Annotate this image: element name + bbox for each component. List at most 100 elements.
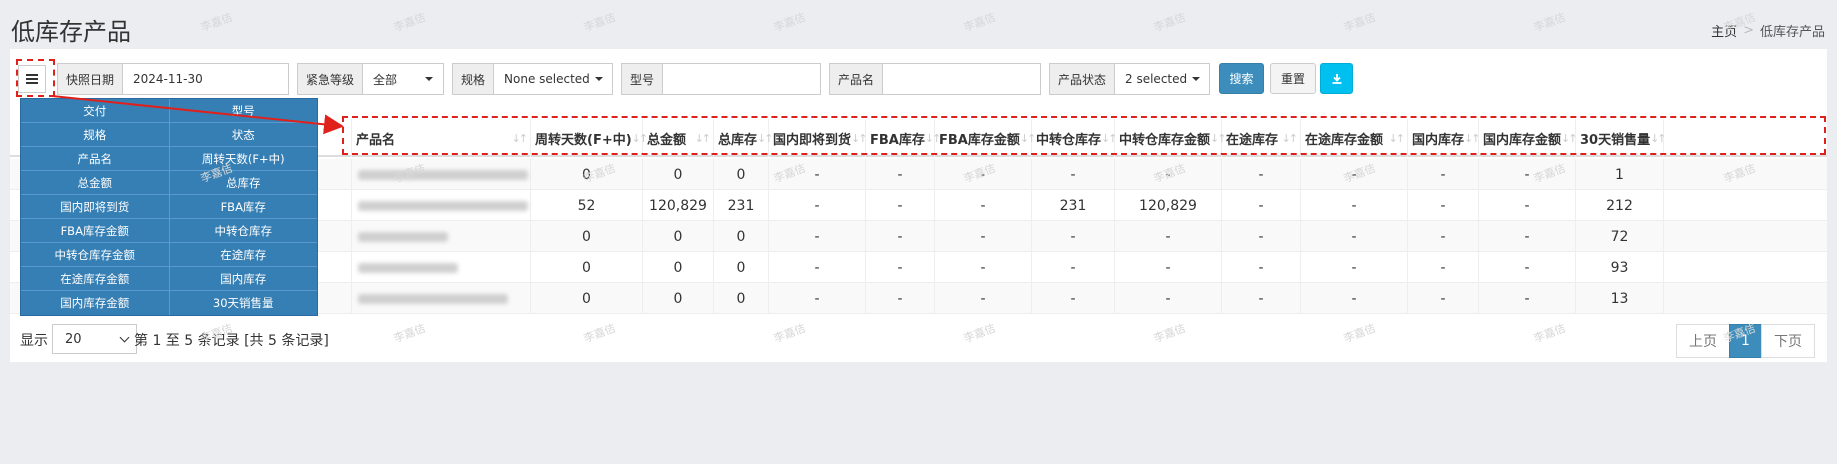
column-header[interactable]: FBA库存 ↓↑ [866, 119, 941, 157]
column-header[interactable]: 国内即将到货 ↓↑ [769, 119, 868, 157]
table-cell: - [1115, 159, 1222, 190]
column-header[interactable]: 中转仓库存 ↓↑ [1032, 119, 1118, 157]
column-header[interactable]: 国内库存 ↓↑ [1408, 119, 1481, 157]
table-cell: - [1032, 159, 1115, 190]
column-header[interactable]: 周转天数(F+中) ↓↑ [531, 119, 648, 157]
model-group: 型号 [621, 63, 830, 95]
column-header-label: 国内即将到货 [773, 132, 852, 148]
sort-icon[interactable]: ↓↑ [1282, 132, 1299, 145]
table-cell: - [769, 283, 866, 314]
column-menu-item[interactable]: 国内库存金额 [21, 291, 170, 315]
spec-value: None selected [504, 72, 590, 86]
column-menu-item[interactable]: 型号 [170, 99, 318, 122]
column-header[interactable]: 国内库存金额 ↓↑ [1479, 119, 1578, 157]
search-button[interactable]: 搜索 [1219, 63, 1264, 94]
column-menu-item[interactable]: 国内库存 [170, 267, 318, 290]
records-info: 第 1 至 5 条记录 [共 5 条记录] [134, 333, 329, 349]
column-header[interactable]: 在途库存 ↓↑ [1222, 119, 1301, 157]
table-cell: - [1479, 283, 1576, 314]
column-header-label: 产品名 [356, 132, 396, 148]
breadcrumb-home[interactable]: 主页 [1711, 21, 1737, 40]
table-cell: - [1408, 190, 1479, 221]
column-menu-item[interactable]: 在途库存金额 [21, 267, 170, 290]
next-page-button[interactable]: 下页 [1761, 324, 1815, 358]
column-header-label: 30天销售量 [1580, 132, 1651, 148]
column-menu-item[interactable]: 规格 [21, 123, 170, 146]
column-menu-item[interactable]: 在途库存 [170, 243, 318, 266]
table-cell: - [1408, 221, 1479, 252]
table-cell: 13 [1576, 283, 1664, 314]
reset-button[interactable]: 重置 [1270, 63, 1316, 94]
table-cell: - [866, 252, 935, 283]
page-size-select[interactable]: 20 [52, 324, 137, 354]
product-status-group: 产品状态 2 selected [1049, 63, 1210, 95]
column-menu-item[interactable]: 中转仓库存金额 [21, 243, 170, 266]
sort-icon[interactable]: ↓↑ [512, 132, 529, 145]
sort-icon[interactable]: ↓↑ [695, 132, 712, 145]
caret-down-icon [1192, 77, 1201, 81]
sort-icon[interactable]: ↓↑ [1389, 132, 1406, 145]
watermark-text: 李嘉佶 [1531, 10, 1568, 35]
table-cell: 52 [531, 190, 643, 221]
page-1-button[interactable]: 1 [1729, 324, 1762, 358]
table-cell: 0 [531, 159, 643, 190]
model-input[interactable] [663, 64, 830, 94]
chevron-down-icon [119, 332, 130, 342]
breadcrumb: 主页 > 低库存产品 [1711, 21, 1825, 40]
annotation-highlight-menu [16, 59, 55, 97]
column-menu-item[interactable]: 国内即将到货 [21, 195, 170, 218]
show-label: 显示 [20, 333, 48, 349]
prev-page-button[interactable]: 上页 [1676, 324, 1730, 358]
product-name-input[interactable] [883, 64, 1050, 94]
spec-label: 规格 [453, 64, 495, 94]
table-cell: - [1222, 190, 1301, 221]
column-header[interactable]: 总库存 ↓↑ [714, 119, 774, 157]
product-name-cell [352, 159, 531, 190]
column-menu-row: 总金额 总库存 [21, 171, 317, 195]
column-header-label: 总库存 [718, 132, 758, 148]
table-cell: - [1479, 252, 1576, 283]
watermark-text: 李嘉佶 [1341, 10, 1378, 35]
column-menu-item[interactable]: 总金额 [21, 171, 170, 194]
column-header-label: 中转仓库存 [1036, 132, 1102, 148]
product-name-cell [352, 190, 531, 221]
column-header-label: 国内库存 [1412, 132, 1465, 148]
spec-group: 规格 None selected [452, 63, 613, 95]
sort-icon[interactable]: ↓↑ [1561, 132, 1578, 145]
table-cell: - [1222, 252, 1301, 283]
column-header[interactable]: 产品名 ↓↑ [352, 119, 531, 157]
table-cell: - [935, 221, 1032, 252]
product-status-multiselect[interactable]: 2 selected [1115, 64, 1210, 94]
table-cell: - [1408, 283, 1479, 314]
sort-icon[interactable]: ↓↑ [851, 132, 868, 145]
column-header[interactable]: 中转仓库存金额 ↓↑ [1115, 119, 1227, 157]
column-menu-item[interactable]: 产品名 [21, 147, 170, 170]
column-header[interactable]: 30天销售量 ↓↑ [1576, 119, 1667, 157]
spec-multiselect[interactable]: None selected [494, 64, 613, 94]
column-menu-item[interactable]: 总库存 [170, 171, 318, 194]
column-menu-item[interactable]: FBA库存金额 [21, 219, 170, 242]
blurred-product-name [358, 231, 448, 242]
table-cell: - [866, 159, 935, 190]
table-cell: - [1479, 221, 1576, 252]
sort-icon[interactable]: ↓↑ [1650, 132, 1667, 145]
column-menu-item[interactable]: 中转仓库存 [170, 219, 318, 242]
column-menu-item[interactable]: 周转天数(F+中) [170, 147, 318, 170]
column-header-label: 总金额 [647, 132, 687, 148]
sort-icon[interactable]: ↓↑ [1101, 132, 1118, 145]
column-header[interactable]: FBA库存金额 ↓↑ [935, 119, 1036, 157]
column-header[interactable]: 总金额 ↓↑ [643, 119, 714, 157]
snapshot-date-input[interactable]: 2024-11-30 [123, 64, 213, 94]
column-header[interactable]: 在途库存金额 ↓↑ [1301, 119, 1408, 157]
table-cell: - [1115, 252, 1222, 283]
export-button[interactable] [1320, 63, 1353, 94]
watermark-text: 李嘉佶 [198, 10, 235, 35]
column-menu-item[interactable]: 30天销售量 [170, 291, 318, 315]
pagination: 上页 1 下页 [1676, 324, 1815, 358]
column-menu-item[interactable]: 交付 [21, 99, 170, 122]
table-cell: - [935, 190, 1032, 221]
column-menu-item[interactable]: FBA库存 [170, 195, 318, 218]
column-menu-item[interactable]: 状态 [170, 123, 318, 146]
sort-icon[interactable]: ↓↑ [1464, 132, 1481, 145]
urgency-select[interactable]: 全部 [363, 64, 443, 94]
